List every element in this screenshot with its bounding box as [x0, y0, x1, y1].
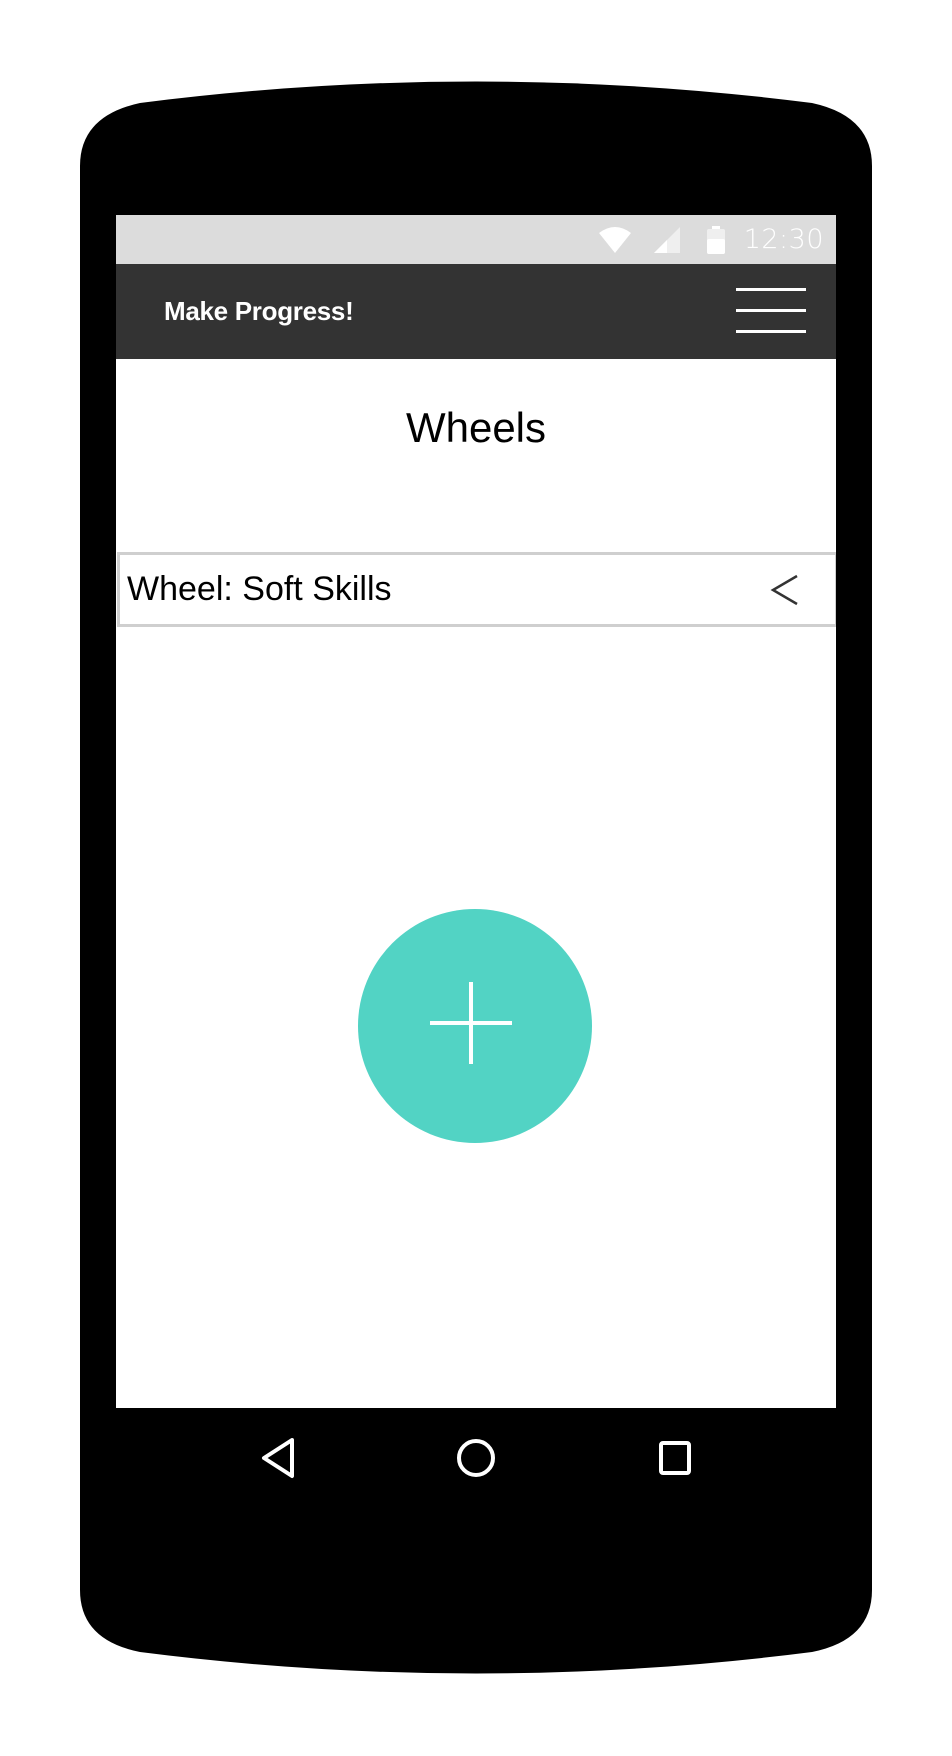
- status-time: 12:30: [743, 224, 824, 255]
- plus-icon: [430, 982, 512, 1064]
- home-icon[interactable]: [454, 1436, 498, 1480]
- wifi-icon: [598, 226, 631, 253]
- recents-icon[interactable]: [656, 1438, 696, 1478]
- app-title: Make Progress!: [164, 296, 354, 326]
- list-item[interactable]: Wheel: Soft Skills: [117, 552, 836, 627]
- battery-icon: [706, 225, 725, 254]
- hamburger-menu-icon[interactable]: [736, 286, 808, 336]
- list-item-label: Wheel: Soft Skills: [127, 570, 392, 608]
- app-bar: Make Progress!: [116, 264, 836, 359]
- signal-icon: [653, 226, 680, 253]
- chevron-left-icon[interactable]: [770, 573, 800, 607]
- status-bar: 12:30: [116, 215, 836, 264]
- back-icon[interactable]: [258, 1436, 298, 1480]
- device-mockup: 12:30 Make Progress! Wheels Wheel: Soft …: [0, 0, 952, 1756]
- page-title: Wheels: [405, 404, 547, 451]
- screen: 12:30 Make Progress! Wheels Wheel: Soft …: [116, 215, 836, 1408]
- add-wheel-button[interactable]: [358, 909, 592, 1143]
